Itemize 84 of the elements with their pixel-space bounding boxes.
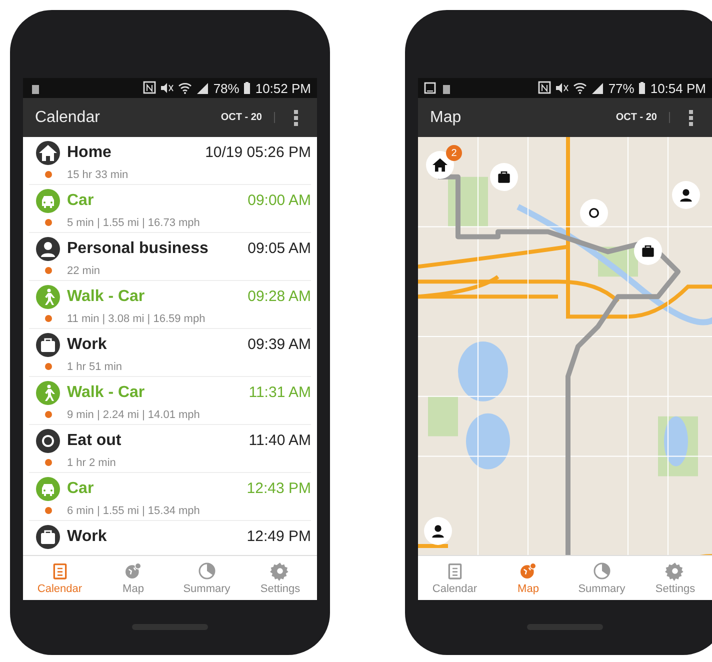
entry-title: Car: [67, 480, 95, 498]
entry-title: Home: [67, 144, 112, 162]
nfc-icon: [143, 81, 156, 95]
nav-tab[interactable]: Map: [492, 556, 565, 600]
signal-icon: [591, 81, 604, 95]
nav-tab[interactable]: Calendar: [418, 556, 492, 600]
entry-title: Eat out: [67, 432, 122, 450]
screen-title: Calendar: [35, 108, 101, 126]
car-icon: [36, 476, 60, 500]
person-icon: [36, 236, 60, 260]
entry-title: Work: [67, 336, 108, 354]
clock-time: 10:52 PM: [255, 80, 311, 96]
briefcase-icon: [36, 332, 60, 356]
nav-tab[interactable]: Summary: [170, 556, 244, 600]
overflow-menu-icon[interactable]: [294, 110, 298, 126]
entry-details: 5 min | 1.55 mi | 16.73 mph: [67, 216, 201, 228]
wifi-icon: [573, 81, 588, 95]
entry-details: 1 hr 51 min: [67, 360, 124, 372]
settings-icon: [270, 561, 290, 581]
timeline-entry[interactable]: Car 12:43 PM 6 min | 1.55 mi | 15.34 mph: [29, 473, 311, 521]
timeline-entry[interactable]: Walk - Car 11:31 AM 9 min | 2.24 mi | 14.01 mph: [29, 377, 311, 425]
timeline-entry[interactable]: Personal business 09:05 AM 22 min: [29, 233, 311, 281]
nav-tab[interactable]: Settings: [638, 556, 712, 600]
mute-icon: [555, 81, 570, 95]
status-dot: [44, 267, 52, 274]
date-selector[interactable]: OCT - 20: [604, 112, 670, 123]
house-icon: [36, 140, 60, 164]
overflow-menu-icon[interactable]: [689, 110, 693, 126]
entry-title: Work: [67, 528, 108, 546]
globe-pin-icon: [518, 561, 538, 581]
wifi-icon: [178, 81, 192, 95]
timeline-entry[interactable]: Eat out 11:40 AM 1 hr 2 min: [29, 425, 311, 473]
briefcase-icon: [36, 524, 60, 548]
status-dot: [44, 219, 52, 226]
battery-level: 77%: [608, 80, 634, 96]
entry-details: 9 min | 2.24 mi | 14.01 mph: [67, 408, 201, 420]
screen-title: Map: [430, 108, 462, 126]
status-dot: [44, 363, 52, 370]
nav-tab[interactable]: Map: [96, 556, 170, 600]
entry-details: 22 min: [67, 264, 102, 276]
globe-pin-icon: [123, 561, 144, 581]
entry-time: 09:39 AM: [248, 336, 311, 353]
entry-time: 11:40 AM: [248, 432, 311, 449]
entry-title: Car: [67, 192, 95, 210]
entry-time: 09:28 AM: [248, 288, 311, 305]
battery-icon: [638, 81, 646, 95]
clock-time: 10:54 PM: [650, 80, 706, 96]
mute-icon: [160, 81, 174, 95]
battery-icon: [243, 81, 252, 95]
walking-person-icon: [36, 284, 60, 308]
battery-level: 78%: [213, 80, 240, 96]
status-dot: [44, 171, 52, 178]
nfc-icon: [538, 81, 552, 95]
entry-details: 6 min | 1.55 mi | 15.34 mph: [67, 504, 201, 516]
entry-title: Walk - Car: [67, 384, 146, 402]
status-dot: [44, 411, 52, 418]
nav-tab[interactable]: Calendar: [23, 556, 96, 600]
entry-details: 11 min | 3.08 mi | 16.59 mph: [67, 312, 206, 324]
signal-icon: [196, 81, 210, 95]
date-selector[interactable]: OCT - 20: [208, 112, 275, 123]
entry-details: 1 hr 2 min: [67, 456, 117, 468]
entry-details: 15 hr 33 min: [67, 168, 130, 180]
timeline-entry[interactable]: Work 09:39 AM 1 hr 51 min: [29, 329, 311, 377]
entry-time: 09:00 AM: [248, 192, 311, 209]
entry-time: 11:31 AM: [248, 384, 311, 401]
status-dot: [44, 459, 52, 466]
entry-time: 12:43 PM: [246, 480, 311, 497]
nav-tab[interactable]: Summary: [565, 556, 638, 600]
car-icon: [36, 188, 60, 212]
walking-person-icon: [36, 380, 60, 404]
pie-chart-icon: [592, 561, 612, 581]
pie-chart-icon: [196, 561, 217, 581]
entry-time: 10/19 05:26 PM: [205, 144, 311, 161]
status-dot: [44, 507, 52, 514]
timeline-entry[interactable]: Walk - Car 09:28 AM 11 min | 3.08 mi | 16.59 mph: [29, 281, 311, 329]
nav-tab[interactable]: Settings: [244, 556, 317, 600]
entry-time: 12:49 PM: [246, 528, 311, 545]
settings-icon: [665, 561, 686, 581]
entry-title: Walk - Car: [67, 288, 146, 306]
status-dot: [44, 315, 52, 322]
timeline-entry[interactable]: Home 10/19 05:26 PM 15 hr 33 min: [29, 137, 311, 185]
entry-title: Personal business: [67, 240, 210, 258]
timeline-entry[interactable]: Car 09:00 AM 5 min | 1.55 mi | 16.73 mph: [29, 185, 311, 233]
entry-time: 09:05 AM: [248, 240, 311, 257]
